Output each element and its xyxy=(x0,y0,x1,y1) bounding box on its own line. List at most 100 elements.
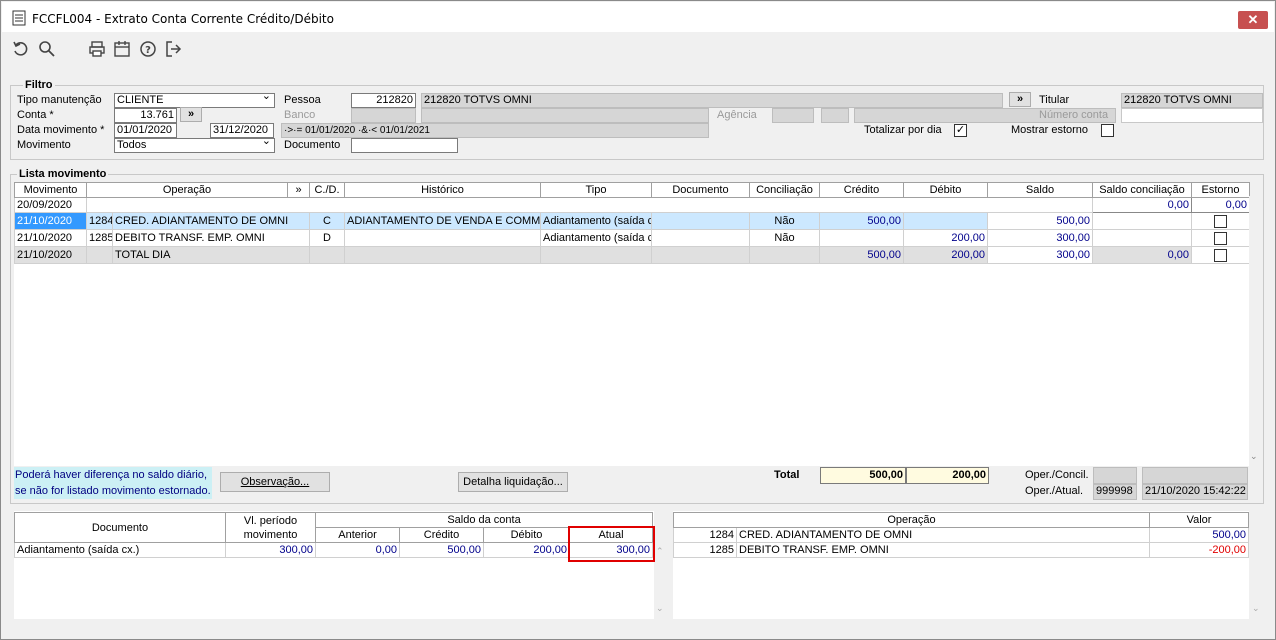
cell-historico[interactable] xyxy=(344,229,541,247)
col-debito[interactable]: Débito xyxy=(903,182,988,198)
col-expand[interactable]: » xyxy=(287,182,310,198)
scroll-up-icon[interactable]: ⌃ xyxy=(656,546,664,557)
table-row[interactable]: 21/10/2020 1284 CRED. ADIANTAMENTO DE OM… xyxy=(14,212,1250,230)
cell-credito[interactable]: 500,00 xyxy=(399,542,484,558)
table-row-total[interactable]: 21/10/2020 TOTAL DIA 500,00 200,00 300,0… xyxy=(14,246,1250,264)
col-documento[interactable]: Documento xyxy=(14,512,226,543)
cell-credito[interactable]: 500,00 xyxy=(819,212,904,230)
totalizar-checkbox[interactable]: ✓ xyxy=(954,124,967,137)
cell-documento[interactable] xyxy=(651,212,750,230)
cell-cd[interactable] xyxy=(309,246,345,264)
cell-debito[interactable]: 200,00 xyxy=(903,229,988,247)
col-operacao[interactable]: Operação xyxy=(673,512,1150,528)
cell-conciliacao[interactable] xyxy=(749,246,820,264)
col-debito[interactable]: Débito xyxy=(483,527,570,543)
col-vl-periodo[interactable]: Vl. período movimento xyxy=(225,512,316,543)
print-icon[interactable] xyxy=(88,40,106,58)
close-button[interactable]: ✕ xyxy=(1238,11,1268,29)
col-estorno[interactable]: Estorno xyxy=(1191,182,1250,198)
cell-documento[interactable]: Adiantamento (saída cx.) xyxy=(14,542,226,558)
table-row[interactable]: 1285 DEBITO TRANSF. EMP. OMNI -200,00 xyxy=(673,542,1249,558)
cell-credito[interactable] xyxy=(819,229,904,247)
calendar-icon[interactable] xyxy=(113,40,131,58)
cell-operacao[interactable]: CRED. ADIANTAMENTO DE OMNI xyxy=(736,527,1150,543)
cell-op-cod[interactable] xyxy=(86,246,113,264)
cell-operacao[interactable]: CRED. ADIANTAMENTO DE OMNI xyxy=(112,212,310,230)
movimento-scrollbar[interactable]: ⌄ xyxy=(1249,196,1261,466)
estorno-checkbox[interactable] xyxy=(1214,232,1227,245)
col-saldo-conciliacao[interactable]: Saldo conciliação xyxy=(1092,182,1192,198)
table-row[interactable]: 21/10/2020 1285 DEBITO TRANSF. EMP. OMNI… xyxy=(14,229,1250,247)
cell-valor[interactable]: -200,00 xyxy=(1149,542,1249,558)
cell-estorno[interactable] xyxy=(1191,229,1250,247)
cell-debito[interactable]: 200,00 xyxy=(483,542,570,558)
estorno-checkbox[interactable] xyxy=(1214,249,1227,262)
cell-saldo[interactable]: 300,00 xyxy=(987,229,1093,247)
cell-saldo-conciliacao[interactable]: 0,00 xyxy=(1191,197,1250,213)
cell-historico[interactable] xyxy=(344,246,541,264)
col-cd[interactable]: C./D. xyxy=(309,182,345,198)
col-tipo[interactable]: Tipo xyxy=(540,182,652,198)
cell-conciliacao[interactable]: Não xyxy=(749,229,820,247)
scroll-down-icon[interactable]: ⌄ xyxy=(1252,603,1260,614)
col-operacao[interactable]: Operação xyxy=(86,182,288,198)
scroll-down-icon[interactable]: ⌄ xyxy=(1250,451,1258,462)
mostrar-estorno-checkbox[interactable] xyxy=(1101,124,1114,137)
cell-saldo[interactable]: 500,00 xyxy=(987,212,1093,230)
col-saldo[interactable]: Saldo xyxy=(987,182,1093,198)
documento-input[interactable] xyxy=(351,138,458,153)
cell-documento[interactable] xyxy=(651,246,750,264)
detalha-liquidacao-button[interactable]: Detalha liquidação... xyxy=(458,472,568,492)
cell-saldo[interactable]: 300,00 xyxy=(987,246,1093,264)
cell-saldo-conciliacao[interactable] xyxy=(1092,212,1192,230)
cell-op-cod[interactable]: 1285 xyxy=(673,542,737,558)
cell-tipo[interactable] xyxy=(540,246,652,264)
cell-cd[interactable]: D xyxy=(309,229,345,247)
pessoa-input[interactable]: 212820 xyxy=(351,93,416,108)
cell-conciliacao[interactable]: Não xyxy=(749,212,820,230)
observacao-button[interactable]: Observação... xyxy=(220,472,330,492)
cell-historico[interactable]: ADIANTAMENTO DE VENDA E COMMERCE xyxy=(344,212,541,230)
exit-icon[interactable] xyxy=(164,40,182,58)
cell-operacao[interactable]: DEBITO TRANSF. EMP. OMNI xyxy=(112,229,310,247)
cell-documento[interactable] xyxy=(651,229,750,247)
tipo-manutencao-select[interactable]: CLIENTE xyxy=(114,93,275,108)
cell-op-cod[interactable]: 1285 xyxy=(86,229,113,247)
table-row[interactable]: Adiantamento (saída cx.) 300,00 0,00 500… xyxy=(14,542,654,558)
cell-cd[interactable]: C xyxy=(309,212,345,230)
cell-estorno[interactable] xyxy=(1191,212,1250,230)
cell-movimento[interactable]: 21/10/2020 xyxy=(14,229,87,247)
cell-tipo[interactable]: Adiantamento (saída cx.) xyxy=(540,229,652,247)
table-row[interactable]: 20/09/2020 0,00 0,00 xyxy=(14,197,1250,213)
cell-debito[interactable] xyxy=(903,212,988,230)
undo-icon[interactable] xyxy=(12,40,30,58)
col-valor[interactable]: Valor xyxy=(1149,512,1249,528)
pessoa-lookup-button[interactable]: » xyxy=(1009,92,1031,107)
col-credito[interactable]: Crédito xyxy=(819,182,904,198)
help-icon[interactable]: ? xyxy=(139,40,157,58)
data-fim-input[interactable]: 31/12/2020 xyxy=(210,123,274,138)
conta-lookup-button[interactable]: » xyxy=(180,107,202,122)
cell-tipo[interactable]: Adiantamento (saída cx.) xyxy=(540,212,652,230)
col-conciliacao[interactable]: Conciliação xyxy=(749,182,820,198)
col-anterior[interactable]: Anterior xyxy=(315,527,400,543)
cell-saldo-conciliacao[interactable] xyxy=(1092,229,1192,247)
cell-debito[interactable]: 200,00 xyxy=(903,246,988,264)
cell-operacao[interactable]: TOTAL DIA xyxy=(112,246,310,264)
cell-movimento[interactable]: 21/10/2020 xyxy=(14,246,87,264)
cell-vl-periodo[interactable]: 300,00 xyxy=(225,542,316,558)
cell-movimento[interactable]: 21/10/2020 xyxy=(14,212,87,230)
cell-valor[interactable]: 500,00 xyxy=(1149,527,1249,543)
data-inicio-input[interactable]: 01/01/2020 xyxy=(114,123,177,138)
cell-empty[interactable] xyxy=(86,197,1093,213)
cell-estorno[interactable] xyxy=(1191,246,1250,264)
movimento-select[interactable]: Todos xyxy=(114,138,275,153)
cell-op-cod[interactable]: 1284 xyxy=(86,212,113,230)
cell-movimento[interactable]: 20/09/2020 xyxy=(14,197,87,213)
table-row[interactable]: 1284 CRED. ADIANTAMENTO DE OMNI 500,00 xyxy=(673,527,1249,543)
col-movimento[interactable]: Movimento xyxy=(14,182,87,198)
estorno-checkbox[interactable] xyxy=(1214,215,1227,228)
cell-anterior[interactable]: 0,00 xyxy=(315,542,400,558)
scroll-down-icon[interactable]: ⌄ xyxy=(656,603,664,614)
cell-op-cod[interactable]: 1284 xyxy=(673,527,737,543)
